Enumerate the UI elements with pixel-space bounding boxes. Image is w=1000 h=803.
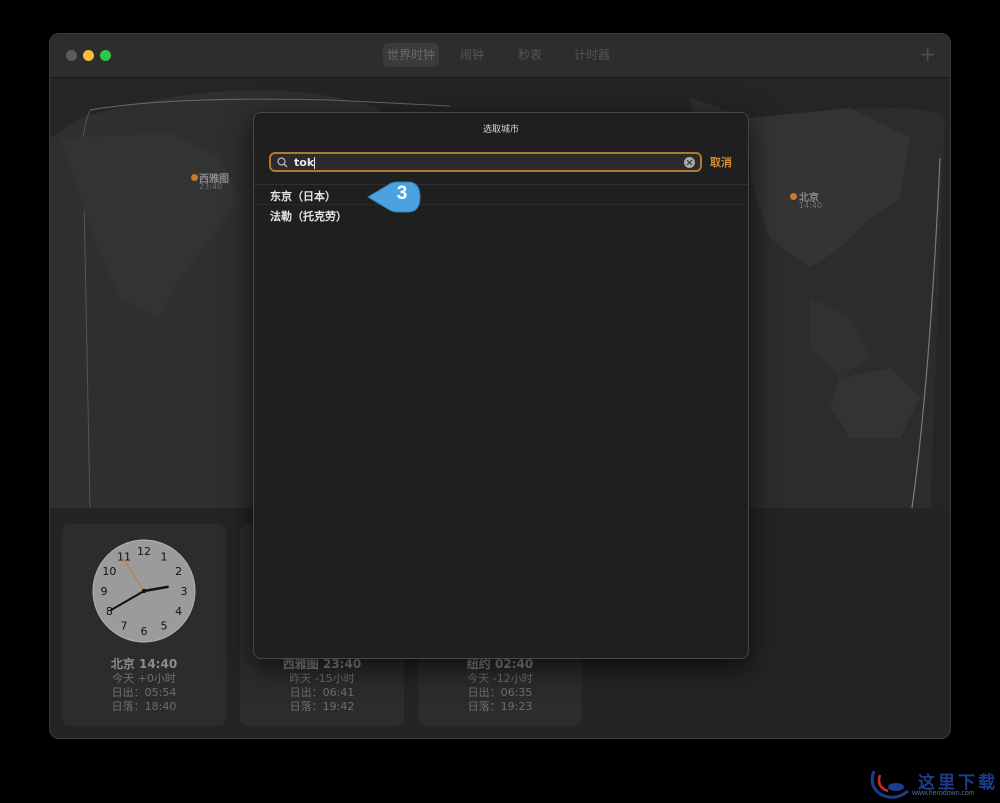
clock-numeral: 4 — [175, 605, 182, 618]
card-title: 纽约 02:40 — [466, 657, 534, 671]
card-sunrise: 日出：06:41 — [289, 686, 355, 699]
title-bar: 世界时钟 闹钟 秒表 计时器 + — [50, 34, 950, 78]
card-sunset: 日落：19:42 — [289, 700, 355, 713]
card-offset: 昨天 -15小时 — [289, 672, 355, 685]
card-sunset: 日落：18:40 — [111, 700, 177, 713]
tab-stopwatch[interactable]: 秒表 — [510, 43, 550, 67]
minimize-button[interactable] — [83, 50, 94, 61]
clock-numeral: 9 — [101, 585, 108, 598]
clock-numeral: 11 — [117, 550, 131, 563]
card-offset: 今天 -12小时 — [467, 672, 533, 685]
clock-card-beijing[interactable]: 12 1 2 3 4 5 6 7 8 9 10 11 北京 14:40 今天 +0小时 日出：05:5… — [62, 524, 226, 726]
clock-numeral: 2 — [175, 565, 182, 578]
pin-beijing-time: 14:40 — [799, 201, 823, 210]
watermark-logo-icon — [870, 770, 909, 799]
sheet-title: 选取城市 — [482, 125, 519, 135]
card-title: 北京 14:40 — [110, 657, 178, 671]
step-number: 3 — [396, 183, 408, 204]
tab-world-clock[interactable]: 世界时钟 — [383, 43, 439, 67]
watermark-url: www.herodown.com — [912, 790, 975, 797]
card-offset: 今天 +0小时 — [112, 672, 176, 685]
cancel-button[interactable]: 取消 — [710, 154, 732, 170]
search-value: tok — [294, 156, 315, 169]
analog-clock: 12 12 3 45678 9 1011 — [92, 539, 196, 643]
clock-numeral: 8 — [106, 605, 113, 618]
search-icon — [277, 157, 288, 168]
add-city-button[interactable]: + — [919, 42, 936, 66]
pin-beijing-dot — [790, 193, 797, 200]
tab-timer[interactable]: 计时器 — [562, 43, 622, 67]
clock-numeral: 7 — [121, 620, 128, 633]
pin-seattle-time: 23:40 — [199, 182, 223, 191]
card-sunrise: 日出：05:54 — [111, 686, 177, 699]
clock-numeral: 3 — [181, 585, 188, 598]
divider — [254, 184, 748, 185]
tab-alarm[interactable]: 闹钟 — [452, 43, 492, 67]
zoom-button[interactable] — [100, 50, 111, 61]
close-button[interactable] — [66, 50, 77, 61]
card-sunset: 日落：19:23 — [467, 700, 533, 713]
clock-numeral: 5 — [161, 620, 168, 633]
clear-search-icon[interactable] — [684, 157, 695, 168]
clock-numeral: 10 — [102, 565, 116, 578]
result-item-tokyo[interactable]: 东京（日本） — [270, 188, 336, 204]
result-item-fakaofo[interactable]: 法勒（托克劳） — [270, 208, 347, 224]
divider — [254, 204, 748, 205]
text-caret — [314, 157, 315, 169]
clock-numeral: 6 — [141, 625, 148, 638]
clock-numeral: 1 — [161, 550, 168, 563]
pin-seattle-dot — [191, 174, 198, 181]
choose-city-sheet: 选取城市 tok 取消 东京（日本） 法勒（托克劳） — [253, 112, 749, 659]
card-title: 西雅图 23:40 — [282, 657, 362, 671]
city-search-input[interactable]: tok — [269, 152, 702, 172]
card-sunrise: 日出：06:35 — [467, 686, 533, 699]
clock-numeral: 12 — [137, 545, 151, 558]
